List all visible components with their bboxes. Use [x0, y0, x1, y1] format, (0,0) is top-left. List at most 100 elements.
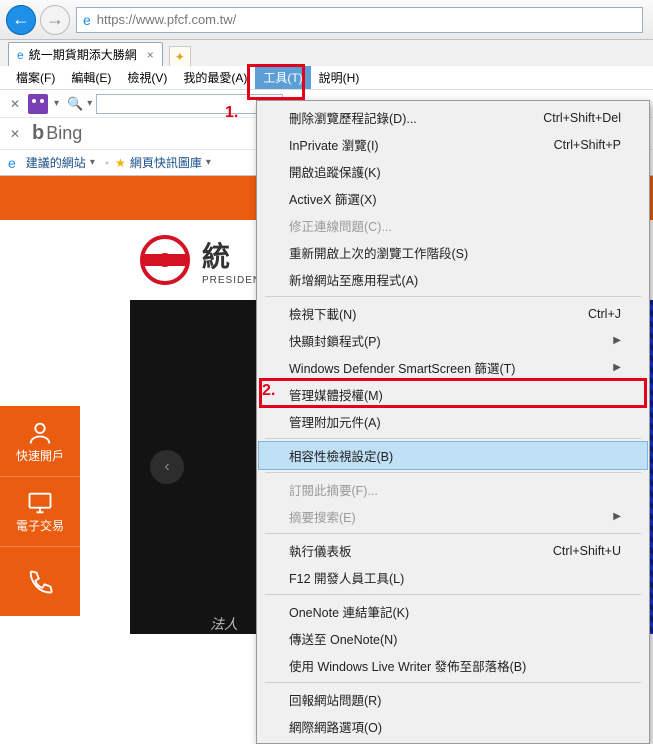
dd-tracking[interactable]: 開啟追蹤保護(K) [259, 158, 647, 185]
logo-text-small: PRESIDEN [202, 275, 261, 286]
dd-separator [265, 533, 641, 534]
close-bing-button[interactable]: ✕ [8, 127, 22, 141]
new-tab-icon: ✦ [175, 50, 185, 64]
close-toolbar-button[interactable]: ✕ [8, 97, 22, 111]
dd-fix-connection: 修正連線問題(C)... [259, 212, 647, 239]
dd-label: 相容性檢視設定(B) [289, 446, 393, 465]
side-item-etrade[interactable]: 電子交易 [0, 476, 80, 546]
fav-link-gallery[interactable]: ★ 網頁快訊圖庫 ▾ [115, 154, 215, 171]
dd-shortcut: Ctrl+Shift+P [554, 138, 621, 152]
menu-help[interactable]: 說明(H) [311, 66, 368, 89]
dd-separator [265, 472, 641, 473]
dd-label: 快顯封鎖程式(P) [289, 331, 381, 350]
side-item-label: 快速開戶 [16, 447, 64, 464]
dd-reopen-session[interactable]: 重新開啟上次的瀏覽工作階段(S) [259, 239, 647, 266]
bing-logo-b: b [32, 122, 44, 145]
dd-onenote-link[interactable]: OneNote 連結筆記(K) [259, 598, 647, 625]
fav-link-suggested[interactable]: e 建議的網站 ▾ [8, 154, 99, 171]
dd-feed-discovery: 摘要搜索(E) ▶ [259, 503, 647, 530]
arrow-left-icon: ← [12, 9, 30, 30]
dd-send-onenote[interactable]: 傳送至 OneNote(N) [259, 625, 647, 652]
dropdown-icon: ▾ [206, 157, 211, 168]
search-dropdown-icon[interactable]: ▾ [87, 98, 92, 109]
dd-f12-devtools[interactable]: F12 開發人員工具(L) [259, 564, 647, 591]
dd-label: InPrivate 瀏覽(I) [289, 135, 379, 154]
fav-link-gallery-label: 網頁快訊圖庫 [130, 154, 202, 171]
dd-separator [265, 682, 641, 683]
star-icon: ★ [115, 156, 126, 170]
ie-fav-icon: e [8, 155, 16, 171]
forward-button[interactable]: → [40, 5, 70, 35]
phone-icon [26, 568, 54, 596]
logo-text-big: 統 [202, 235, 261, 275]
submenu-arrow-icon: ▶ [613, 335, 621, 346]
dd-performance[interactable]: 執行儀表板 Ctrl+Shift+U [259, 537, 647, 564]
dd-shortcut: Ctrl+Shift+Del [543, 111, 621, 125]
arrow-right-icon: → [46, 9, 64, 30]
favicon-icon: e [17, 48, 24, 62]
tools-dropdown: 刪除瀏覽歷程記錄(D)... Ctrl+Shift+Del InPrivate … [256, 100, 650, 744]
dd-view-downloads[interactable]: 檢視下載(N) Ctrl+J [259, 300, 647, 327]
dd-label: 開啟追蹤保護(K) [289, 162, 381, 181]
dd-compat-view[interactable]: 相容性檢視設定(B) [259, 442, 647, 469]
menu-file[interactable]: 檔案(F) [8, 66, 63, 89]
new-tab-button[interactable]: ✦ [169, 46, 191, 66]
annotation-1: 1. [225, 104, 238, 122]
dd-label: 檢視下載(N) [289, 304, 356, 323]
chevron-left-icon: ‹ [164, 458, 169, 476]
dd-manage-addons[interactable]: 管理附加元件(A) [259, 408, 647, 435]
dd-media-license[interactable]: 管理媒體授權(M) [259, 381, 647, 408]
carousel-prev-button[interactable]: ‹ [150, 450, 184, 484]
assistant-icon[interactable] [28, 94, 48, 114]
address-bar[interactable]: e https://www.pfcf.com.tw/ [76, 7, 643, 33]
side-item-openacct[interactable]: 快速開戶 [0, 406, 80, 476]
dd-label: OneNote 連結筆記(K) [289, 602, 409, 621]
dd-separator [265, 438, 641, 439]
menu-edit[interactable]: 編輯(E) [63, 66, 119, 89]
browser-tab[interactable]: e 統一期貨期添大勝網 × [8, 42, 163, 66]
dd-popup-blocker[interactable]: 快顯封鎖程式(P) ▶ [259, 327, 647, 354]
dd-label: F12 開發人員工具(L) [289, 568, 404, 587]
dd-label: 重新開啟上次的瀏覽工作階段(S) [289, 243, 468, 262]
dd-label: 網際網路選項(O) [289, 717, 382, 736]
dd-smartscreen[interactable]: Windows Defender SmartScreen 篩選(T) ▶ [259, 354, 647, 381]
side-nav: 快速開戶 電子交易 [0, 406, 80, 616]
dd-delete-history[interactable]: 刪除瀏覽歷程記錄(D)... Ctrl+Shift+Del [259, 104, 647, 131]
bing-logo-text: Bing [46, 123, 82, 144]
dd-report-problem[interactable]: 回報網站問題(R) [259, 686, 647, 713]
dd-label: 摘要搜索(E) [289, 507, 356, 526]
assistant-dropdown-icon[interactable]: ▾ [54, 98, 59, 109]
fav-link-suggested-label: 建議的網站 [26, 154, 86, 171]
hero-caption: 法人 [210, 614, 238, 634]
search-icon: 🔍 [67, 96, 83, 112]
dd-label: 刪除瀏覽歷程記錄(D)... [289, 108, 417, 127]
dd-separator [265, 594, 641, 595]
dd-label: 使用 Windows Live Writer 發佈至部落格(B) [289, 656, 526, 675]
dd-internet-options[interactable]: 網際網路選項(O) [259, 713, 647, 740]
menu-tools[interactable]: 工具(T) [255, 66, 310, 89]
dd-activex[interactable]: ActiveX 篩選(X) [259, 185, 647, 212]
ie-icon: e [83, 12, 91, 28]
menu-view[interactable]: 檢視(V) [119, 66, 175, 89]
dd-live-writer[interactable]: 使用 Windows Live Writer 發佈至部落格(B) [259, 652, 647, 679]
submenu-arrow-icon: ▶ [613, 511, 621, 522]
tab-bar: e 統一期貨期添大勝網 × ✦ [0, 40, 653, 66]
dd-shortcut: Ctrl+Shift+U [553, 544, 621, 558]
dd-label: 執行儀表板 [289, 541, 352, 560]
tab-close-button[interactable]: × [147, 48, 154, 62]
annotation-2: 2. [262, 382, 275, 400]
dd-label: 傳送至 OneNote(N) [289, 629, 397, 648]
submenu-arrow-icon: ▶ [613, 362, 621, 373]
menu-favorites[interactable]: 我的最愛(A) [175, 66, 255, 89]
dd-label: ActiveX 篩選(X) [289, 189, 377, 208]
dd-label: 管理媒體授權(M) [289, 385, 383, 404]
dropdown-icon: ▾ [90, 157, 95, 168]
back-button[interactable]: ← [6, 5, 36, 35]
dd-inprivate[interactable]: InPrivate 瀏覽(I) Ctrl+Shift+P [259, 131, 647, 158]
dd-add-site-app[interactable]: 新增網站至應用程式(A) [259, 266, 647, 293]
dd-shortcut: Ctrl+J [588, 307, 621, 321]
side-item-phone[interactable] [0, 546, 80, 616]
separator: • [105, 156, 109, 170]
side-item-label: 電子交易 [16, 517, 64, 534]
dd-label: 新增網站至應用程式(A) [289, 270, 418, 289]
